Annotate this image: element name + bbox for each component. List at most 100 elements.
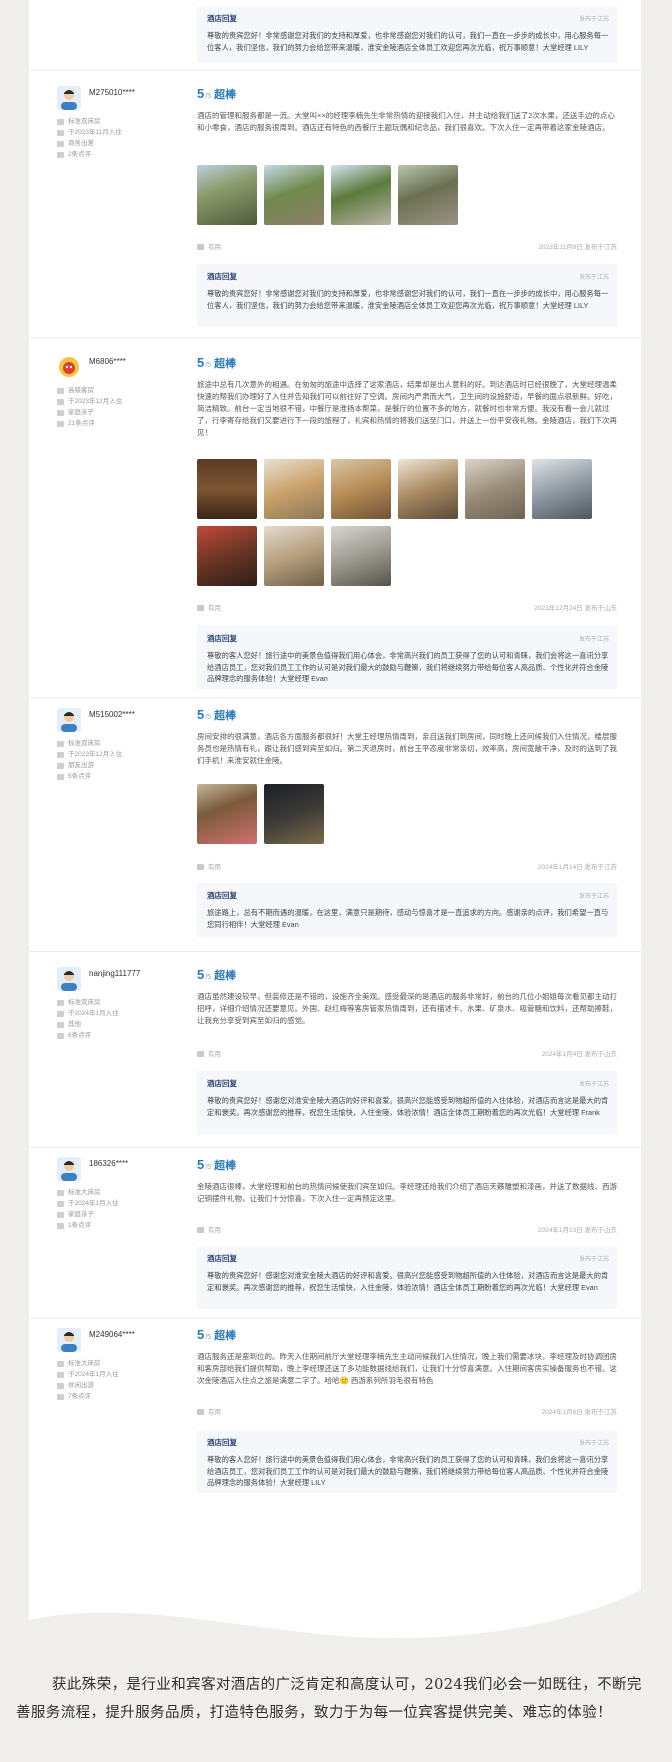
calendar-icon [57,1371,64,1378]
review-photo[interactable] [197,784,257,844]
rating-word: 超棒 [214,710,237,722]
divider [29,1147,641,1148]
reply-title: 酒店回复 [207,1079,237,1088]
rating-word: 超棒 [214,970,237,982]
room-type: 标准双床房 [68,118,101,125]
review-body: 5/5 超棒 旅途中总有几次意外的相遇。在匆匆的旅途中选择了这家酒店，结果却是出人… [197,355,617,439]
review-text: 酒店服务还是蛮到位的。昨天入住期间前厅大堂经理李楠先生主动问候我们入住情况，晚上… [197,1352,617,1385]
review-photo[interactable] [197,526,257,586]
reply-date: 发布于江苏 [578,894,609,900]
room-icon [57,387,64,394]
reply-title: 酒店回复 [207,1254,237,1263]
stay-date: 于2024年1月入住 [68,1010,119,1017]
useful-button[interactable]: 有用 [197,861,221,871]
review-count: 7条点评 [68,1393,92,1400]
useful-button[interactable]: 有用 [197,1224,221,1234]
review-body: 5/5 超棒 酒店虽然建设较早，但装修还是不错的，设施齐全美观。感受最深的是酒店的… [197,967,617,1027]
reviewer-name[interactable]: nanjing111777 [89,969,140,978]
rating: 5/5 超棒 [197,707,237,722]
avatar[interactable] [57,86,81,110]
reply-text: 尊敬的客人您好！旅行途中的美景色值得我们用心体会，非常高兴我们的员工获得了您的认… [207,1455,609,1488]
avatar[interactable] [57,967,81,991]
rating-word: 超棒 [214,358,237,370]
rating: 5/5 超棒 [197,86,237,101]
reply-date: 发布于江苏 [578,1257,609,1263]
divider [29,1318,641,1319]
review-count: 5条点评 [68,773,92,780]
reviewer-name[interactable]: M275010**** [89,88,135,97]
review-date: 2024年1月4日 发布于山东 [541,1051,618,1058]
thumbs-up-icon [197,1409,204,1416]
avatar[interactable] [57,355,81,379]
room-type: 标准大床房 [68,1360,101,1367]
reply-date: 发布于江苏 [578,275,609,281]
review-body: 5/5 超棒 金陵酒店很棒，大堂经理和前台的热情问候使我们宾至如归。李经理还给我们… [197,1157,617,1205]
reply-text: 尊敬的贵宾您好！非常感谢您对我们的支持和厚爱，也非常感谢您对我们的认可，我们一直… [207,31,609,52]
review-text: 金陵酒店很棒，大堂经理和前台的热情问候使我们宾至如归。李经理还给我们介绍了酒店天… [197,1182,617,1203]
review-photo[interactable] [331,526,391,586]
reply-date: 发布于江苏 [578,17,609,23]
avatar[interactable] [57,1157,81,1181]
review-date: 2024年1月14日 发布于江苏 [537,864,617,871]
review-photo[interactable] [264,784,324,844]
review-photo[interactable] [197,459,257,519]
useful-button[interactable]: 有用 [197,1048,221,1058]
review-photo[interactable] [264,526,324,586]
review-date: 2024年1月13日 发布于山东 [537,1227,617,1234]
room-type: 高级客房 [68,387,94,394]
thumbs-up-icon [197,244,204,251]
review-photo[interactable] [264,165,324,225]
reviewer-name[interactable]: M515002**** [89,710,135,719]
review-photo[interactable] [398,165,458,225]
review-photo[interactable] [398,459,458,519]
trip-icon [57,1211,64,1218]
reviewer-name[interactable]: M6806**** [89,357,126,366]
thumbs-up-icon [197,1051,204,1058]
reply-text: 尊敬的客人您好！旅行途中的美景色值得我们用心体会，非常高兴我们的员工获得了您的认… [207,651,609,684]
reply-date: 发布于江苏 [578,1441,609,1447]
reply-text: 旅途路上，总有不期而遇的温暖，在这里，满意只是期待，感动与惊喜才是一直追求的方向… [207,908,609,929]
hotel-reply: 酒店回复 发布于江苏 尊敬的贵宾您好！非常感谢您对我们的支持和厚爱，也非常感谢您… [197,6,617,63]
trip-type: 休闲出游 [68,1382,94,1389]
avatar[interactable] [57,708,81,732]
trip-type: 商务出差 [68,140,94,147]
reviewer-name[interactable]: 186326**** [89,1159,128,1168]
reply-title: 酒店回复 [207,1438,237,1447]
hotel-reply: 酒店回复 发布于江苏 尊敬的客人您好！旅行途中的美景色值得我们用心体会，非常高兴… [197,1430,617,1493]
reviews-icon [57,151,64,158]
trip-type: 朋友出游 [68,762,94,769]
trip-icon [57,140,64,147]
room-type: 标准大床房 [68,1189,101,1196]
calendar-icon [57,1010,64,1017]
review-photo[interactable] [197,165,257,225]
reviews-icon [57,773,64,780]
review-count: 21条点评 [68,420,95,427]
reply-title: 酒店回复 [207,14,237,23]
reviews-icon [57,420,64,427]
thumbs-up-icon [197,864,204,871]
useful-button[interactable]: 有用 [197,1406,221,1416]
review-photo[interactable] [532,459,592,519]
thumbs-up-icon [197,1227,204,1234]
review-photo[interactable] [264,459,324,519]
room-icon [57,118,64,125]
review-footer: 有用 2023年11月8日 发布于江苏 [197,241,617,251]
stay-date: 于2023年11月入住 [68,129,122,136]
review-count: 2条点评 [68,151,92,158]
avatar[interactable] [57,1328,81,1352]
room-icon [57,1360,64,1367]
thumbs-up-icon [197,605,204,612]
rating-word: 超棒 [214,1330,237,1342]
review-count: 6条点评 [68,1032,92,1039]
useful-button[interactable]: 有用 [197,602,221,612]
calendar-icon [57,398,64,405]
review-photo[interactable] [331,459,391,519]
reply-text: 尊敬的贵宾您好！感谢您对淮安金陵大酒店的好评和喜爱。很高兴您能感受到物超所值的入… [207,1271,609,1292]
reply-title: 酒店回复 [207,891,237,900]
review-text: 房间安排的很满意，酒店各方面服务都很好！大堂王经理热情周到，亲自送我们到房间，同… [197,732,617,765]
reviewer-name[interactable]: M249064**** [89,1330,135,1339]
review-photo[interactable] [465,459,525,519]
footer-paragraph: 获此殊荣，是行业和宾客对酒店的广泛肯定和高度认可，2024我们必会一如既往，不断… [16,1677,642,1721]
review-photo[interactable] [331,165,391,225]
useful-button[interactable]: 有用 [197,241,221,251]
